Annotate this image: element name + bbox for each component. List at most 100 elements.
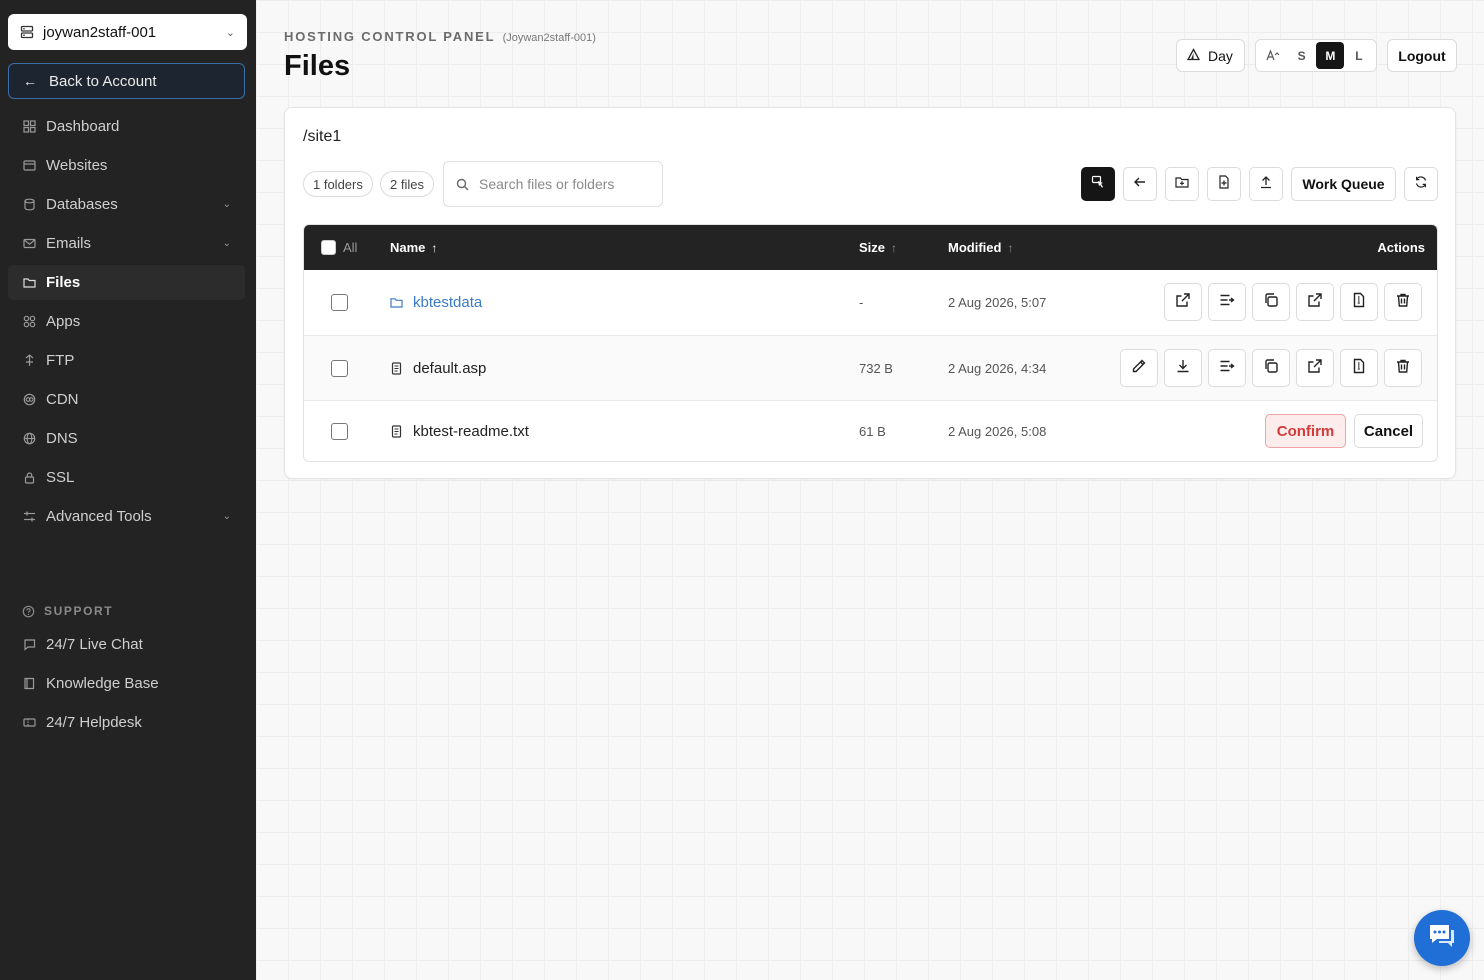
column-header-name[interactable]: Name ↑ xyxy=(390,225,437,270)
logout-button[interactable]: Logout xyxy=(1387,39,1457,72)
chevron-down-icon: ⌄ xyxy=(222,238,231,249)
upload-button[interactable] xyxy=(1249,167,1283,201)
download-icon xyxy=(1175,358,1191,379)
column-header-size[interactable]: Size ↑ xyxy=(859,225,897,270)
copy-icon xyxy=(1263,358,1279,379)
arrow-left-icon: ← xyxy=(23,73,37,89)
select-all-control[interactable]: All xyxy=(321,225,357,270)
sidebar-item-helpdesk[interactable]: 24/7 Helpdesk xyxy=(8,705,245,740)
main-content: HOSTING CONTROL PANEL (Joywan2staff-001)… xyxy=(256,0,1484,980)
file-name-cell[interactable]: kbtestdata xyxy=(390,270,482,335)
sidebar-item-dns[interactable]: DNS xyxy=(8,421,245,456)
current-path: /site1 xyxy=(303,128,342,145)
file-size: 61 B xyxy=(859,424,886,439)
work-queue-button[interactable]: Work Queue xyxy=(1291,167,1396,201)
compress-button[interactable] xyxy=(1340,349,1378,387)
edit-button[interactable] xyxy=(1120,349,1158,387)
copy-icon xyxy=(1263,292,1279,313)
sidebar-item-advanced-tools[interactable]: Advanced Tools ⌄ xyxy=(8,499,245,534)
sidebar-item-label: Emails xyxy=(46,235,92,252)
new-folder-button[interactable] xyxy=(1165,167,1199,201)
sidebar-item-cdn[interactable]: CDN xyxy=(8,382,245,417)
file-text-icon xyxy=(390,361,403,375)
text-size-small[interactable]: S xyxy=(1288,42,1316,69)
sidebar-item-files[interactable]: Files xyxy=(8,265,245,300)
text-size-large[interactable]: L xyxy=(1345,42,1373,69)
chevron-down-icon: ⌄ xyxy=(225,26,235,39)
chevron-down-icon: ⌄ xyxy=(222,511,231,522)
column-header-modified[interactable]: Modified ↑ xyxy=(948,225,1013,270)
file-size: - xyxy=(859,295,864,310)
row-checkbox[interactable] xyxy=(331,294,348,311)
file-modified: 2 Aug 2026, 5:07 xyxy=(948,295,1047,310)
refresh-button[interactable] xyxy=(1404,167,1438,201)
sidebar-item-ftp[interactable]: FTP xyxy=(8,343,245,378)
text-size-medium[interactable]: M xyxy=(1316,42,1345,69)
support-heading: SUPPORT xyxy=(22,604,113,618)
delete-button[interactable] xyxy=(1384,283,1422,321)
confirm-delete-button[interactable]: Confirm xyxy=(1265,414,1346,448)
live-chat-launcher[interactable] xyxy=(1414,910,1470,966)
account-select[interactable]: joywan2staff-001 ⌄ xyxy=(8,14,247,50)
new-file-button[interactable] xyxy=(1207,167,1241,201)
sort-icon: ↑ xyxy=(1007,240,1014,255)
select-mode-button[interactable] xyxy=(1081,167,1115,201)
table-header: All Name ↑ Size ↑ Modified ↑ Actions xyxy=(304,225,1437,270)
file-name-link[interactable]: kbtestdata xyxy=(413,294,482,311)
sidebar-item-knowledge-base[interactable]: Knowledge Base xyxy=(8,666,245,701)
file-name[interactable]: default.asp xyxy=(413,360,486,377)
sidebar-item-label: Databases xyxy=(46,196,118,213)
move-button[interactable] xyxy=(1208,349,1246,387)
search-icon xyxy=(456,178,469,191)
sidebar-item-dashboard[interactable]: Dashboard xyxy=(8,109,245,144)
page-title: Files xyxy=(284,50,351,82)
copy-button[interactable] xyxy=(1252,349,1290,387)
globe-icon xyxy=(22,432,36,446)
sidebar-item-ssl[interactable]: SSL xyxy=(8,460,245,495)
row-checkbox[interactable] xyxy=(331,423,348,440)
open-button[interactable] xyxy=(1164,283,1202,321)
sun-half-icon xyxy=(1186,47,1201,64)
file-manager-card: /site1 1 folders 2 files Work Queue xyxy=(284,107,1456,479)
server-icon xyxy=(20,25,34,39)
file-modified: 2 Aug 2026, 4:34 xyxy=(948,360,1047,376)
move-lines-icon xyxy=(1219,358,1235,379)
main-nav: Dashboard Websites Databases ⌄ Emails ⌄ … xyxy=(8,109,245,538)
sidebar-item-apps[interactable]: Apps xyxy=(8,304,245,339)
back-to-account-button[interactable]: ← Back to Account xyxy=(8,63,245,99)
file-name-cell[interactable]: default.asp xyxy=(390,336,486,400)
folder-plus-icon xyxy=(1175,175,1189,194)
file-text-icon xyxy=(390,425,403,438)
open-new-tab-button[interactable] xyxy=(1296,283,1334,321)
sidebar-item-databases[interactable]: Databases ⌄ xyxy=(8,187,245,222)
file-plus-icon xyxy=(1217,174,1231,194)
column-actions-label: Actions xyxy=(1377,240,1425,255)
go-back-button[interactable] xyxy=(1123,167,1157,201)
cursor-select-icon xyxy=(1091,175,1105,194)
copy-button[interactable] xyxy=(1252,283,1290,321)
file-size: 732 B xyxy=(859,360,893,376)
sidebar-item-live-chat[interactable]: 24/7 Live Chat xyxy=(8,627,245,662)
cancel-delete-button[interactable]: Cancel xyxy=(1354,414,1423,448)
file-name[interactable]: kbtest-readme.txt xyxy=(413,423,529,440)
sidebar: joywan2staff-001 ⌄ ← Back to Account Das… xyxy=(0,0,256,980)
sidebar-item-emails[interactable]: Emails ⌄ xyxy=(8,226,245,261)
compress-button[interactable] xyxy=(1340,283,1378,321)
support-nav: 24/7 Live Chat Knowledge Base 24/7 Helpd… xyxy=(8,627,245,744)
search-input[interactable] xyxy=(479,176,649,192)
open-new-tab-button[interactable] xyxy=(1296,349,1334,387)
help-circle-icon xyxy=(22,605,35,618)
sidebar-item-websites[interactable]: Websites xyxy=(8,148,245,183)
file-name-cell[interactable]: kbtest-readme.txt xyxy=(390,401,529,461)
cdn-icon xyxy=(22,393,36,407)
download-button[interactable] xyxy=(1164,349,1202,387)
upload-icon xyxy=(1259,175,1273,194)
sidebar-item-label: Apps xyxy=(46,313,81,330)
select-all-checkbox[interactable] xyxy=(321,240,336,255)
theme-day-button[interactable]: Day xyxy=(1176,39,1245,72)
delete-button[interactable] xyxy=(1384,349,1422,387)
row-checkbox[interactable] xyxy=(331,359,348,377)
move-button[interactable] xyxy=(1208,283,1246,321)
font-size-icon xyxy=(1259,42,1287,69)
mail-icon xyxy=(22,237,36,251)
